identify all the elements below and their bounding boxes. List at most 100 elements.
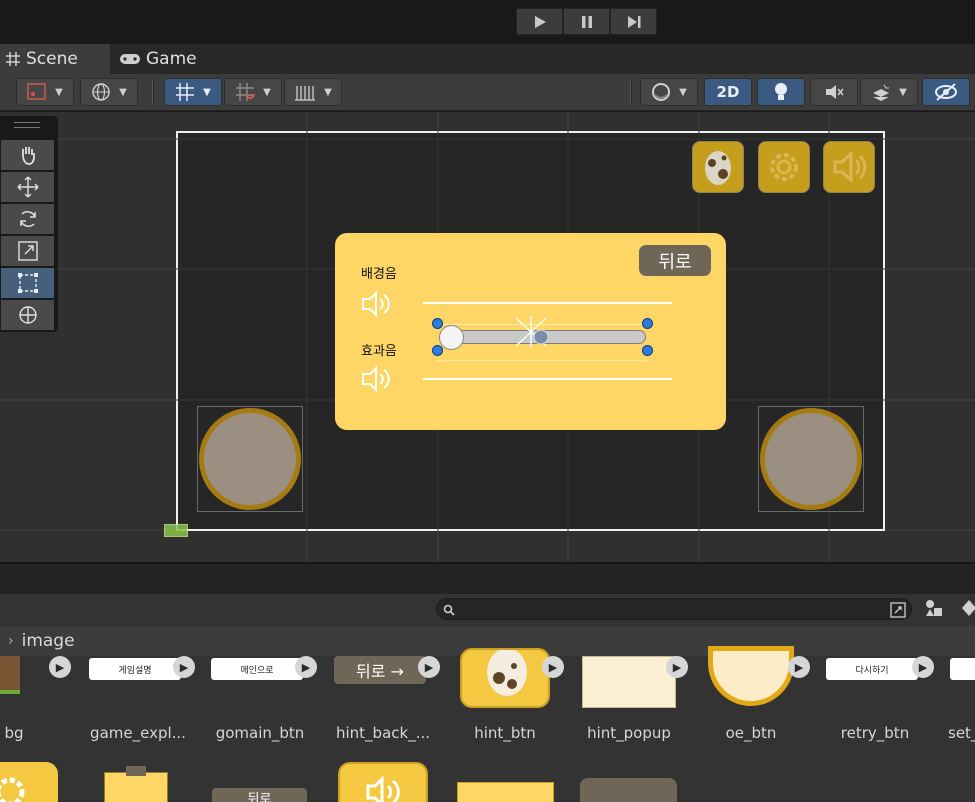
global-dropdown[interactable]: ▼ [80,78,138,106]
effects-dropdown[interactable]: ▼ [860,78,918,106]
asset-item[interactable]: 게임설명 ▶ game_expl... [83,656,195,756]
rect-handle-bottom-left[interactable] [432,345,443,356]
asset-item[interactable]: ▶ bg [0,656,71,756]
rect-handle-top-left[interactable] [432,318,443,329]
back-button[interactable]: 뒤로 [639,245,711,276]
gamepad-icon [120,54,140,64]
hint-button[interactable] [692,141,744,193]
play-icon[interactable]: ▶ [49,656,71,678]
asset-thumbnail [950,658,975,680]
bgm-label: 배경음 [361,267,397,282]
eye-slash-icon [935,83,957,101]
play-icon[interactable]: ▶ [912,656,934,678]
bgm-slider-track[interactable] [423,302,672,304]
lighting-toggle[interactable] [757,78,805,106]
transform-tool[interactable] [1,300,54,330]
sfx-label: 효과음 [361,344,397,359]
asset-thumbnail: 뒤로 [212,788,307,802]
asset-name: bg [4,724,24,742]
play-button[interactable] [516,8,563,35]
bgm-speaker-icon [362,290,390,318]
breadcrumb-folder[interactable]: image [22,631,75,651]
gear-icon [770,153,798,181]
audio-toggle[interactable] [810,78,858,106]
play-icon[interactable]: ▶ [295,656,317,678]
project-browser: › image ▶ bg 게임설명 ▶ game_expl... 메인으로 ▶ … [0,594,975,802]
anchor-gizmo[interactable] [164,524,188,537]
pause-icon [581,15,592,28]
asset-thumbnail [0,656,20,694]
asset-item[interactable] [457,782,554,802]
scale-tool[interactable] [1,236,54,266]
asset-item[interactable] [338,762,428,802]
grid-snap-dropdown[interactable]: ▼ [164,78,222,106]
grid-ruler-dropdown[interactable]: ▼ [284,78,342,106]
draw-mode-dropdown[interactable]: ▼ [16,78,74,106]
asset-item[interactable]: ▶ oe_btn [696,646,810,756]
asset-item[interactable]: 뒤로 → ▶ hint_back_... [328,656,440,756]
asset-thumbnail [582,656,676,708]
rect-tool[interactable] [1,268,54,298]
tab-game[interactable]: Game [120,44,197,74]
asset-item[interactable]: ▶ hint_btn [450,648,564,756]
play-icon[interactable]: ▶ [418,656,440,678]
move-tool[interactable] [1,172,54,202]
search-icon [443,604,455,616]
play-icon [534,15,546,28]
draw-mode-icon [27,83,46,100]
search-input[interactable] [436,598,912,620]
asset-thumbnail: 뒤로 → [334,656,426,684]
settings-button[interactable] [758,141,810,193]
hand-icon [21,147,35,165]
asset-thumbnail [457,782,554,802]
chevron-down-icon: ▼ [263,86,271,98]
chevron-down-icon: ▼ [899,86,907,98]
asset-thumbnail [580,778,677,802]
egg-icon [487,650,527,696]
tab-scene[interactable]: Scene [0,44,110,74]
rotate-tool[interactable] [1,204,54,234]
play-icon[interactable]: ▶ [173,656,195,678]
circle-button-face [199,408,301,510]
step-button[interactable] [610,8,657,35]
asset-thumbnail: 메인으로 [211,658,303,680]
shapes-filter-icon[interactable] [924,598,944,618]
asset-thumbnail [708,646,794,706]
pivot-gizmo-icon[interactable] [512,316,552,348]
play-icon[interactable]: ▶ [788,656,810,678]
left-circle-button[interactable] [197,406,303,512]
asset-name: oe_btn [725,724,777,742]
asset-item[interactable]: 메인으로 ▶ gomain_btn [205,656,317,756]
play-icon[interactable]: ▶ [666,656,688,678]
asset-item[interactable]: set_ [944,656,975,756]
asset-thumbnail [338,762,428,802]
asset-item[interactable] [104,766,174,802]
pause-button[interactable] [563,8,610,35]
snap-increment-dropdown[interactable]: ▼ [224,78,282,106]
sfx-slider-track[interactable] [423,378,672,380]
rect-handle-top-right[interactable] [642,318,653,329]
search-options-icon[interactable] [889,601,907,619]
asset-item[interactable]: 뒤로 [212,788,307,802]
label-filter-icon[interactable] [962,600,975,616]
chevron-right-icon: › [8,633,14,649]
right-circle-button[interactable] [758,406,864,512]
ruler-icon [295,86,316,101]
palette-grip[interactable] [14,122,40,128]
panel-divider[interactable] [0,562,975,594]
asset-name: set_ [948,724,975,742]
rect-handle-bottom-right[interactable] [642,345,653,356]
asset-item[interactable] [580,778,677,802]
scene-viewport[interactable]: 뒤로 배경음 효과음 [0,112,975,562]
asset-item[interactable]: 다시하기 ▶ retry_btn [820,656,934,756]
volume-slider-knob[interactable] [439,325,464,350]
sfx-speaker-icon [362,365,390,393]
asset-item[interactable]: ▶ hint_popup [574,656,688,756]
play-icon[interactable]: ▶ [542,656,564,678]
shading-dropdown[interactable]: ▼ [640,78,698,106]
toggle-2d-button[interactable]: 2D [704,78,752,106]
asset-item[interactable] [0,762,70,802]
sound-button[interactable] [823,141,875,193]
hidden-objects-toggle[interactable] [922,78,970,106]
hand-tool[interactable] [1,140,54,170]
